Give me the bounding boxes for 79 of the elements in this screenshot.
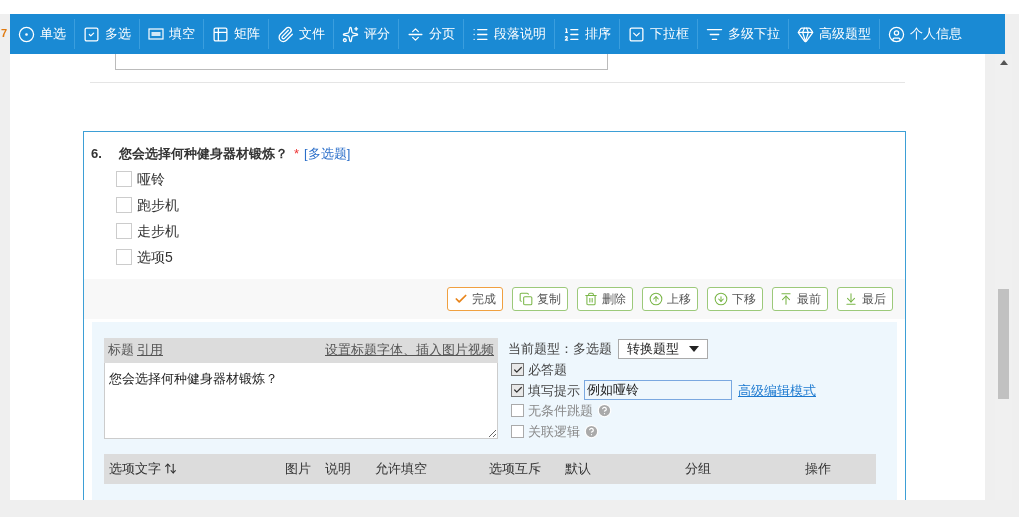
arrow-up-icon [649,291,663,306]
toolbar-button[interactable]: 分页 [398,19,463,49]
column-header: 选项互斥 [489,459,541,478]
checkbox[interactable] [511,404,524,418]
question-title: 您会选择何种健身器材锻炼？ [119,145,288,163]
help-icon[interactable] [597,403,612,419]
toolbar-button[interactable]: 多选 [74,19,139,49]
text-field-icon [148,26,164,42]
setting-label: 填写提示 [528,381,580,400]
toolbar-button[interactable]: 评分 [333,19,398,49]
paperclip-icon [277,25,294,43]
column-header: 说明 [325,459,351,478]
column-header: 操作 [805,459,831,478]
copy-icon [519,291,533,306]
action-button[interactable]: 删除 [577,286,633,311]
user-icon [888,25,905,43]
convert-type-select[interactable]: 转换题型 [618,338,708,359]
numbered-list-icon [563,25,580,43]
toolbar-button[interactable]: 排序 [554,19,619,49]
action-button[interactable]: 最前 [772,286,828,311]
arrow-bottom-icon [844,291,858,306]
option-checkbox[interactable] [116,248,132,265]
stars-icon [342,25,359,43]
action-button[interactable]: 完成 [447,286,503,311]
current-type-label: 当前题型：多选题 [508,339,612,358]
caret-icon [689,345,699,352]
toolbar-button[interactable]: 下拉框 [619,19,697,49]
action-button[interactable]: 最后 [837,286,893,311]
checkbox[interactable] [511,383,524,397]
trash-icon [584,291,598,306]
option-checkbox[interactable] [116,222,132,239]
page-break-icon [407,25,424,43]
advanced-edit-link[interactable]: 高级编辑模式 [738,380,816,400]
sort-icon[interactable] [164,462,177,475]
toolbar-button[interactable]: 个人信息 [879,19,970,49]
setting-label: 必答题 [528,361,567,379]
column-header: 分组 [685,459,711,478]
arrow-top-icon [779,291,793,306]
option-label: 哑铃 [137,169,165,189]
toolbar-button[interactable]: 填空 [139,19,203,49]
option-checkbox[interactable] [116,170,132,187]
toolbar-button[interactable]: 文件 [268,19,333,49]
option-label: 跑步机 [137,195,179,215]
toolbar-button[interactable]: 矩阵 [203,19,268,49]
arrow-down-icon [714,291,728,306]
page-marker: 7 [1,26,8,41]
setting-label: 关联逻辑 [528,422,580,441]
toolbar-button[interactable]: 段落说明 [463,19,554,49]
toolbar-button[interactable]: 高级题型 [788,19,879,49]
dropdown-icon [628,25,645,43]
checkbox-icon [83,25,100,43]
previous-textarea[interactable] [115,54,608,70]
checkbox[interactable] [511,424,524,438]
hint-input[interactable]: 例如哑铃 [584,380,732,401]
radio-icon [18,25,35,43]
required-mark: * [294,145,300,163]
column-header: 允许填空 [375,459,427,478]
column-header: 图片 [285,459,311,478]
title-textarea[interactable]: 您会选择何种健身器材锻炼？ [104,362,498,439]
option-label: 走步机 [137,221,179,241]
action-button[interactable]: 上移 [642,286,698,311]
toolbar-button[interactable]: 多级下拉 [697,19,788,49]
option-label: 选项5 [137,247,173,267]
diamond-icon [797,25,814,43]
editor-label: 标题 [108,341,134,360]
help-icon[interactable] [584,423,599,439]
toolbar-button[interactable]: 单选 [10,19,74,49]
type-tag-link[interactable]: [多选题] [304,144,351,164]
quote-link[interactable]: 引用 [137,340,163,360]
font-settings-link[interactable]: 设置标题字体、插入图片视频 [325,340,494,360]
checkbox[interactable] [511,363,524,377]
setting-label: 无条件跳题 [528,402,593,420]
action-button[interactable]: 下移 [707,286,763,311]
action-button[interactable]: 复制 [512,286,568,311]
question-number: 6. [91,145,103,163]
column-header: 选项文字 [109,459,161,478]
column-header: 默认 [565,459,591,478]
table-icon [212,25,229,43]
option-checkbox[interactable] [116,196,132,213]
